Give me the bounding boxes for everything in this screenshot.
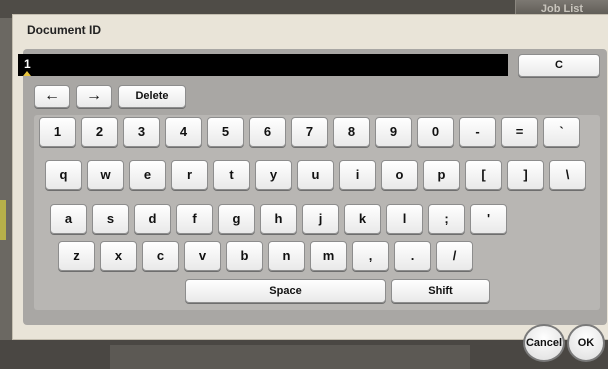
key-row3-5[interactable]: h — [260, 204, 297, 234]
key-row1-10[interactable]: - — [459, 117, 496, 147]
key-row3-9[interactable]: ; — [428, 204, 465, 234]
key-row2-10[interactable]: [ — [465, 160, 502, 190]
key-row1-11[interactable]: = — [501, 117, 538, 147]
key-row1-0[interactable]: 1 — [39, 117, 76, 147]
key-row2-1[interactable]: w — [87, 160, 124, 190]
cursor-left-button[interactable]: ← — [34, 85, 70, 108]
key-row4-3[interactable]: v — [184, 241, 221, 271]
key-row3-7[interactable]: k — [344, 204, 381, 234]
key-row3-0[interactable]: a — [50, 204, 87, 234]
key-row2-0[interactable]: q — [45, 160, 82, 190]
cancel-button[interactable]: Cancel — [523, 324, 565, 362]
key-row3-1[interactable]: s — [92, 204, 129, 234]
document-id-input[interactable]: 1 — [18, 54, 508, 76]
ok-button[interactable]: OK — [567, 324, 605, 362]
dialog-title: Document ID — [27, 23, 102, 37]
key-row2-4[interactable]: t — [213, 160, 250, 190]
key-row4-7[interactable]: , — [352, 241, 389, 271]
key-row2-3[interactable]: r — [171, 160, 208, 190]
key-row4-1[interactable]: x — [100, 241, 137, 271]
key-row2-12[interactable]: \ — [549, 160, 586, 190]
clear-button[interactable]: C — [518, 54, 600, 77]
key-row2-8[interactable]: o — [381, 160, 418, 190]
key-row4-5[interactable]: n — [268, 241, 305, 271]
key-row1-4[interactable]: 5 — [207, 117, 244, 147]
key-row1-2[interactable]: 3 — [123, 117, 160, 147]
key-row1-8[interactable]: 9 — [375, 117, 412, 147]
key-row1-9[interactable]: 0 — [417, 117, 454, 147]
key-row1-12[interactable]: ` — [543, 117, 580, 147]
shift-key[interactable]: Shift — [391, 279, 490, 303]
key-row1-7[interactable]: 8 — [333, 117, 370, 147]
key-row3-10[interactable]: ' — [470, 204, 507, 234]
left-edge-accent — [0, 200, 6, 240]
cursor-caret-icon — [23, 71, 31, 76]
key-row1-3[interactable]: 4 — [165, 117, 202, 147]
key-row1-6[interactable]: 7 — [291, 117, 328, 147]
cursor-right-button[interactable]: → — [76, 85, 112, 108]
key-row3-8[interactable]: l — [386, 204, 423, 234]
key-row4-8[interactable]: . — [394, 241, 431, 271]
key-row2-6[interactable]: u — [297, 160, 334, 190]
key-row2-7[interactable]: i — [339, 160, 376, 190]
key-row1-1[interactable]: 2 — [81, 117, 118, 147]
key-row3-6[interactable]: j — [302, 204, 339, 234]
key-row4-2[interactable]: c — [142, 241, 179, 271]
key-row3-2[interactable]: d — [134, 204, 171, 234]
key-row4-6[interactable]: m — [310, 241, 347, 271]
space-key[interactable]: Space — [185, 279, 386, 303]
key-row4-0[interactable]: z — [58, 241, 95, 271]
key-row2-2[interactable]: e — [129, 160, 166, 190]
background-footer-strip — [110, 345, 470, 369]
key-row4-9[interactable]: / — [436, 241, 473, 271]
key-row2-9[interactable]: p — [423, 160, 460, 190]
delete-button[interactable]: Delete — [118, 85, 186, 108]
key-row2-5[interactable]: y — [255, 160, 292, 190]
key-row2-11[interactable]: ] — [507, 160, 544, 190]
key-row1-5[interactable]: 6 — [249, 117, 286, 147]
key-row4-4[interactable]: b — [226, 241, 263, 271]
key-row3-4[interactable]: g — [218, 204, 255, 234]
key-row3-3[interactable]: f — [176, 204, 213, 234]
